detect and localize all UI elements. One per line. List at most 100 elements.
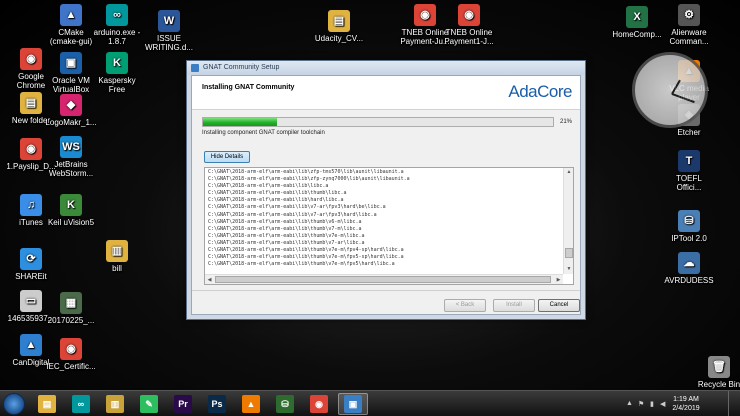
desktop-icon-label: Keil uVision5 — [47, 218, 95, 227]
back-button[interactable]: < Back — [444, 299, 486, 312]
taskbar-app-premiere[interactable]: Pr — [168, 393, 198, 415]
desktop-icon[interactable]: 🗑 Recycle Bin — [688, 356, 740, 389]
desktop-icon[interactable]: K Keil uVision5 — [40, 194, 102, 227]
taskbar-app-chrome[interactable]: ◉ — [304, 393, 334, 415]
arduino-icon: ∞ — [72, 395, 90, 413]
desktop-app-icon: ▥ — [106, 240, 128, 262]
desktop-icon-label: AVRDUDESS — [664, 276, 714, 285]
taskbar-app-arduino[interactable]: ∞ — [66, 393, 96, 415]
log-line: C:\GNAT\2018-arm-elf\arm-eabi\lib\v7-ar\… — [208, 211, 377, 218]
log-line: C:\GNAT\2018-arm-elf\arm-eabi\lib\v7-ar\… — [208, 204, 386, 211]
tray-network-icon[interactable]: ▮ — [650, 400, 654, 408]
desktop-icon-label: Alienware Comman... — [669, 28, 709, 46]
desktop-icon[interactable]: K Kaspersky Free — [86, 52, 148, 94]
desktop-icon-label: LogoMakr_1... — [45, 118, 97, 127]
taskbar-app-photoshop[interactable]: Ps — [202, 393, 232, 415]
log-line: C:\GNAT\2018-arm-elf\arm-eabi\lib\thumb\… — [208, 239, 365, 246]
premiere-icon: Pr — [174, 395, 192, 413]
desktop-icon[interactable]: WS JetBrains WebStorm... — [40, 136, 102, 178]
footer-divider — [192, 290, 580, 291]
scroll-down-icon[interactable]: ▼ — [564, 265, 573, 274]
desktop-app-icon: WS — [60, 136, 82, 158]
vlc-icon: ▲ — [242, 395, 260, 413]
desktop-icon-label: IPTool 2.0 — [671, 234, 707, 243]
scroll-up-icon[interactable]: ▲ — [564, 168, 573, 177]
desktop-icon[interactable]: ▥ bill — [86, 240, 148, 273]
network-icon: ⛁ — [276, 395, 294, 413]
desktop-icon[interactable]: ▤ Udacity_CV... — [308, 10, 370, 43]
evernote-icon: ✎ — [140, 395, 158, 413]
window-titlebar[interactable]: GNAT Community Setup — [187, 61, 585, 75]
taskbar-app-network[interactable]: ⛁ — [270, 393, 300, 415]
desktop-icon[interactable]: ⟳ SHAREit — [0, 248, 62, 281]
install-button[interactable]: Install — [493, 299, 535, 312]
folder-icon: ▥ — [106, 395, 124, 413]
tray-volume-icon[interactable]: ◀ — [660, 400, 665, 408]
desktop-app-icon: T — [678, 150, 700, 172]
taskbar-app-vlc[interactable]: ▲ — [236, 393, 266, 415]
desktop-icon[interactable]: ⚙ Alienware Comman... — [658, 4, 720, 46]
desktop-icon-label: ISSUE WRITING.d... — [145, 34, 193, 52]
install-log[interactable]: C:\GNAT\2018-arm-elf\arm-eabi\lib\zfp-tm… — [204, 167, 574, 285]
desktop-icon[interactable]: ◉ IEC_Certific... — [40, 338, 102, 371]
scroll-right-icon[interactable]: ▶ — [554, 275, 563, 284]
taskbar-app-folder[interactable]: ▥ — [100, 393, 130, 415]
taskbar: ▤ ∞ ▥ ✎ Pr Ps ▲ ⛁ ◉ ▣ ▲ ⚑ ▮ ◀ 1:19 AM 2/4/2019 — [0, 390, 740, 416]
taskbar-app-evernote[interactable]: ✎ — [134, 393, 164, 415]
log-line: C:\GNAT\2018-arm-elf\arm-eabi\lib\thumb\… — [208, 261, 395, 268]
desktop-app-icon: ▭ — [20, 290, 42, 312]
log-vertical-scrollbar[interactable]: ▲ ▼ — [563, 168, 573, 274]
desktop-icon[interactable]: ☁ AVRDUDESS — [658, 252, 720, 285]
tray-flag-icon[interactable]: ⚑ — [638, 400, 644, 408]
desktop-app-icon: W — [158, 10, 180, 32]
desktop-app-icon: ⛁ — [678, 210, 700, 232]
log-line: C:\GNAT\2018-arm-elf\arm-eabi\lib\thumb\… — [208, 254, 404, 261]
hide-details-button[interactable]: Hide Details — [204, 151, 250, 163]
log-horizontal-thumb[interactable] — [215, 276, 551, 283]
log-vertical-thumb[interactable] — [565, 248, 573, 258]
install-progress-bar — [202, 117, 554, 127]
desktop-app-icon: ∞ — [106, 4, 128, 26]
desktop-app-icon: ◉ — [20, 48, 42, 70]
desktop-icon[interactable]: ▦ 20170225_... — [40, 292, 102, 325]
chrome-icon: ◉ — [310, 395, 328, 413]
explorer-icon: ▤ — [38, 395, 56, 413]
tray-arrow-icon[interactable]: ▲ — [626, 400, 633, 407]
desktop-icon-label: Udacity_CV... — [314, 34, 364, 43]
log-line: C:\GNAT\2018-arm-elf\arm-eabi\lib\zfp-tm… — [208, 169, 404, 175]
clock-minute-hand — [671, 93, 695, 103]
scroll-left-icon[interactable]: ◀ — [205, 275, 214, 284]
desktop-icon[interactable]: W ISSUE WRITING.d... — [138, 10, 200, 52]
desktop-app-icon: ⟳ — [20, 248, 42, 270]
start-button[interactable] — [3, 393, 25, 415]
show-desktop-button[interactable] — [728, 391, 740, 416]
desktop-icon-label: IEC_Certific... — [46, 362, 96, 371]
desktop-icon-label: Etcher — [677, 128, 701, 137]
desktop-icon-label: Recycle Bin — [697, 380, 740, 389]
desktop-icon[interactable]: ◉ TNEB Online Payment1-J... — [438, 4, 500, 46]
taskbar-app-gnat-setup[interactable]: ▣ — [338, 393, 368, 415]
desktop-app-icon: 🗑 — [708, 356, 730, 378]
desktop-app-icon: ◉ — [458, 4, 480, 26]
cancel-button[interactable]: Cancel — [538, 299, 580, 312]
desktop-app-icon: ◉ — [60, 338, 82, 360]
install-log-lines: C:\GNAT\2018-arm-elf\arm-eabi\lib\zfp-tm… — [208, 169, 559, 268]
clock-gadget — [632, 52, 708, 128]
desktop-icon[interactable]: ⛁ IPTool 2.0 — [658, 210, 720, 243]
desktop-icon[interactable]: ◆ LogoMakr_1... — [40, 94, 102, 127]
log-horizontal-scrollbar[interactable]: ◀ ▶ — [205, 274, 563, 284]
installer-header: Installing GNAT Community AdaCore — [192, 76, 580, 110]
desktop-app-icon: ▤ — [20, 92, 42, 114]
window-title: GNAT Community Setup — [203, 64, 280, 71]
progress-percent: 21% — [560, 119, 573, 125]
desktop-icon-label: TOEFL Offici... — [676, 174, 702, 192]
taskbar-app-explorer[interactable]: ▤ — [32, 393, 62, 415]
log-line: C:\GNAT\2018-arm-elf\arm-eabi\lib\thumb\… — [208, 225, 362, 232]
photoshop-icon: Ps — [208, 395, 226, 413]
taskbar-clock[interactable]: 1:19 AM 2/4/2019 — [668, 395, 704, 413]
desktop-icon[interactable]: T TOEFL Offici... — [658, 150, 720, 192]
desktop-icon-label: Kaspersky Free — [98, 76, 136, 94]
desktop-icon-label: SHAREit — [15, 272, 47, 281]
desktop-app-icon: ▦ — [60, 292, 82, 314]
log-line: C:\GNAT\2018-arm-elf\arm-eabi\lib\thumb\… — [208, 247, 404, 254]
